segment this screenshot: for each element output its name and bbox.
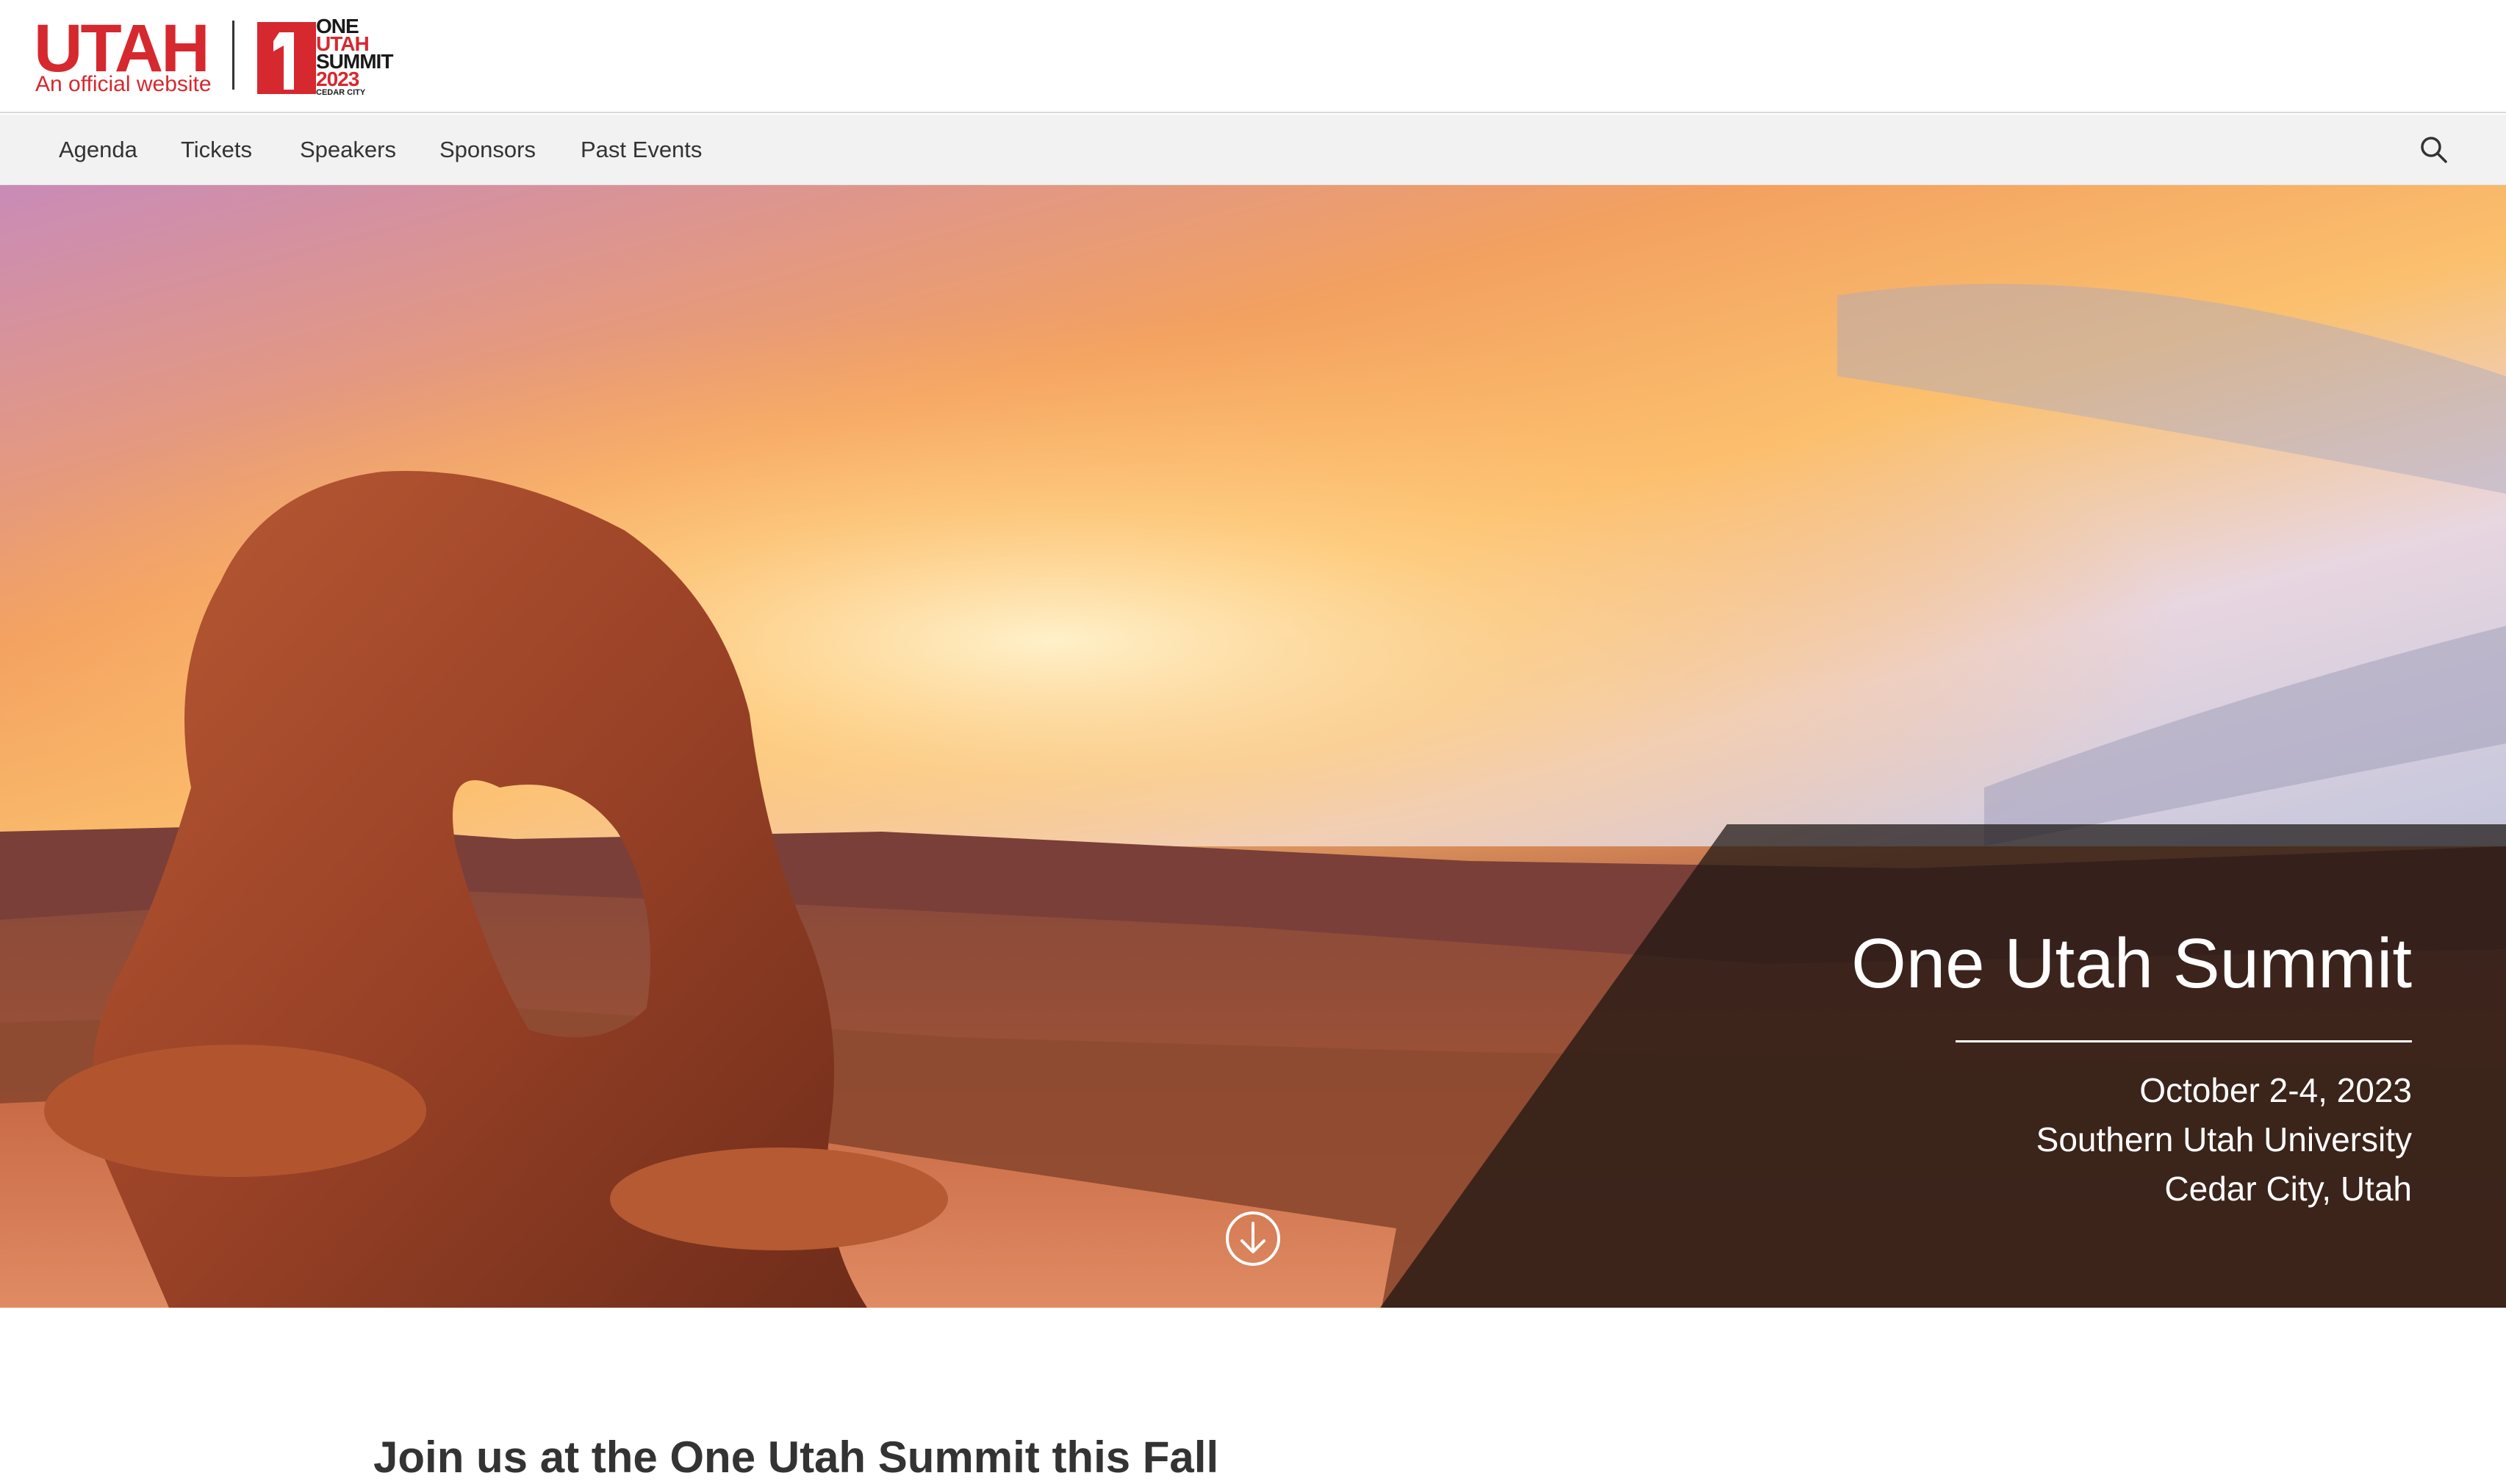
summit-number-mark	[257, 22, 316, 94]
nav-item-speakers[interactable]: Speakers	[300, 115, 396, 185]
event-venue: Southern Utah University	[2036, 1120, 2412, 1159]
event-location: Cedar City, Utah	[2164, 1170, 2412, 1208]
nav-item-agenda[interactable]: Agenda	[59, 115, 137, 185]
search-icon[interactable]	[2418, 134, 2450, 166]
hero-title: One Utah Summit	[1851, 924, 2412, 1003]
nav-item-tickets[interactable]: Tickets	[181, 115, 252, 185]
nav-item-sponsors[interactable]: Sponsors	[439, 115, 536, 185]
nav-item-past-events[interactable]: Past Events	[581, 115, 702, 185]
intro-section: Join us at the One Utah Summit this Fall	[0, 1308, 2506, 1482]
hero-title-divider	[1956, 1040, 2412, 1042]
official-website-tagline: An official website	[35, 72, 212, 96]
site-header: UTAH An official website ONE UTAH SUMMIT…	[0, 0, 2506, 113]
summit-logo-line-city: CEDAR CITY	[316, 88, 366, 97]
logo-divider	[232, 21, 234, 90]
summit-logo-line-year: 2023	[316, 68, 359, 90]
intro-heading: Join us at the One Utah Summit this Fall	[373, 1433, 1219, 1482]
utah-logo-link[interactable]: UTAH An official website	[34, 15, 218, 96]
summit-logo-text: ONE UTAH SUMMIT 2023 CEDAR CITY	[316, 16, 404, 98]
arrow-down-circle-icon[interactable]	[1224, 1210, 1282, 1267]
main-nav: Agenda Tickets Speakers Sponsors Past Ev…	[0, 115, 2506, 185]
event-date: October 2-4, 2023	[2139, 1071, 2412, 1109]
hero-banner: One Utah Summit October 2-4, 2023 Southe…	[0, 185, 2506, 1308]
one-utah-summit-logo[interactable]: ONE UTAH SUMMIT 2023 CEDAR CITY	[257, 16, 404, 98]
